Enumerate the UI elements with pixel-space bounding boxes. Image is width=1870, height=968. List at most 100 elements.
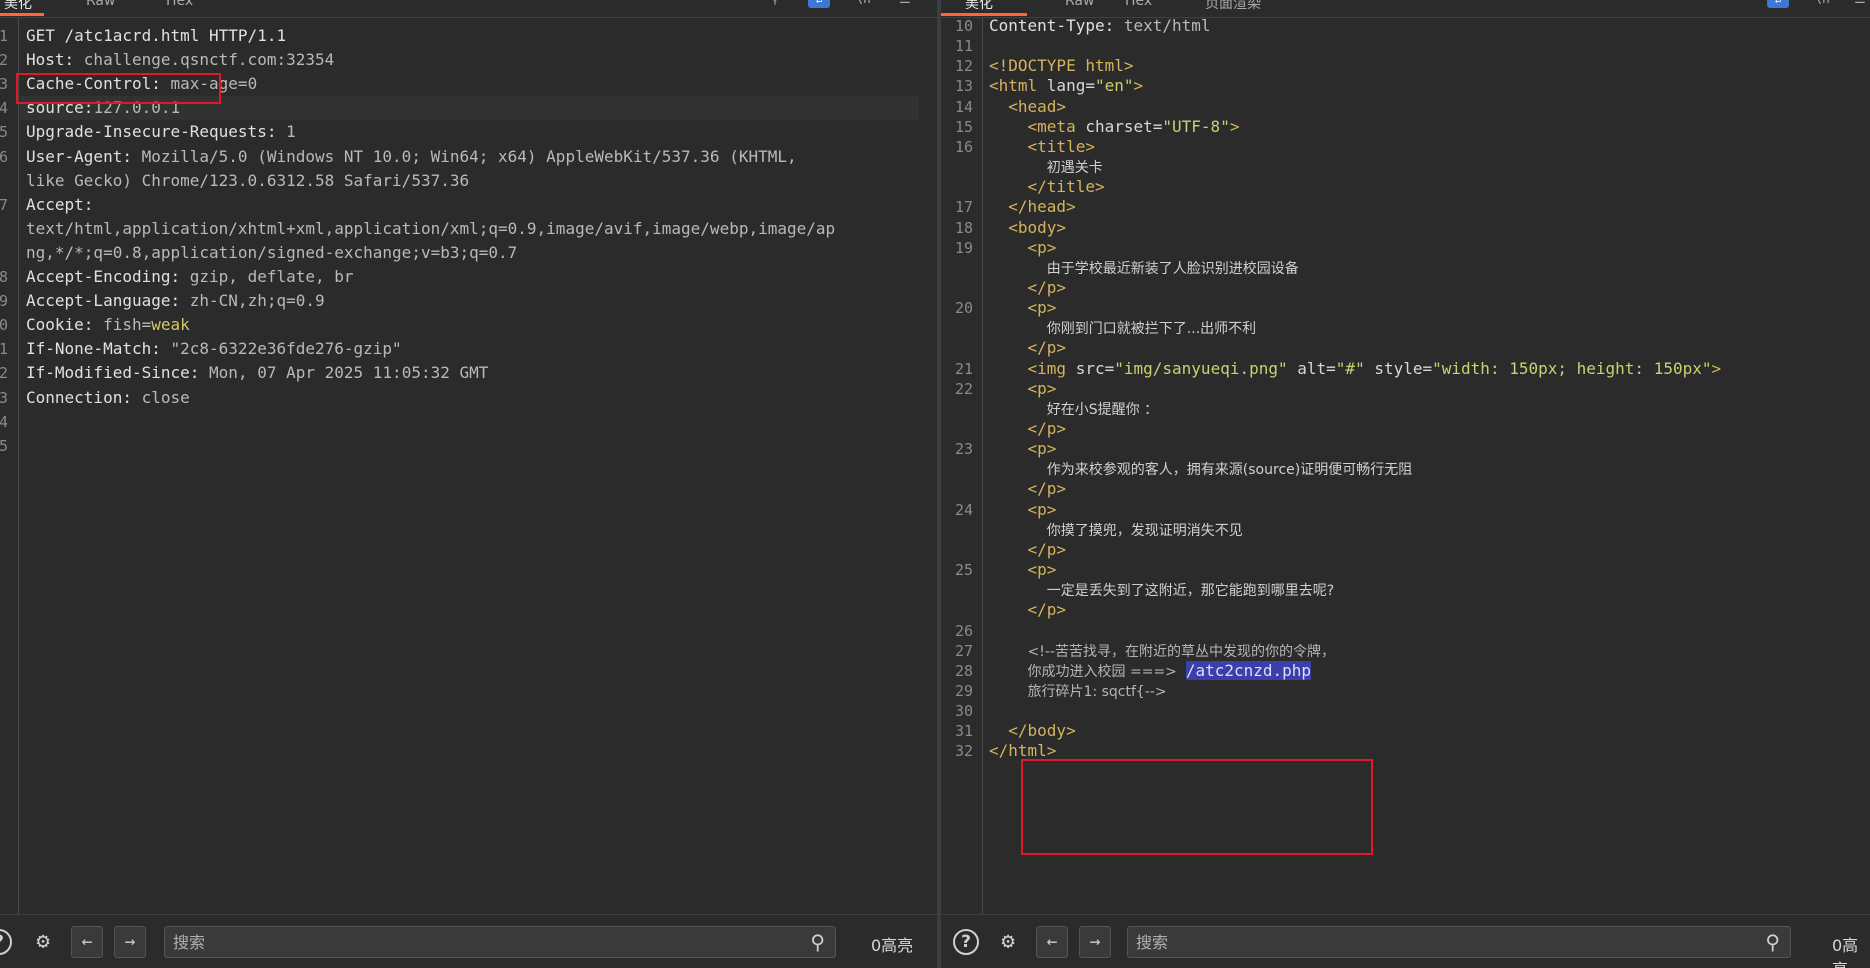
gear-icon[interactable]: ⚙ xyxy=(27,926,59,958)
gear-icon[interactable]: ⚙ xyxy=(992,926,1024,958)
request-line: 6 User-Agent: Mozilla/5.0 (Windows NT 10.… xyxy=(0,145,937,169)
response-line: </p> xyxy=(941,479,1870,499)
line-text: source:127.0.0.1 xyxy=(26,96,180,120)
tab-render[interactable]: 页面渲染 xyxy=(1205,0,1261,13)
line-number: 32 xyxy=(954,742,973,761)
response-line: 26 xyxy=(941,621,1870,641)
tab-hex[interactable]: Hex xyxy=(1125,0,1152,9)
attribute-value: "UTF-8" xyxy=(1162,116,1230,136)
response-line: 11 xyxy=(941,36,1870,56)
request-line: 1 If-None-Match: "2c8-6322e36fde276-gzip" xyxy=(0,337,937,361)
html-tag: </title> xyxy=(1027,177,1105,197)
request-line: 7 Accept: xyxy=(0,193,937,217)
magnifier-icon[interactable]: ⚲ xyxy=(1765,930,1780,954)
menu-icon[interactable]: ☰ xyxy=(1849,0,1870,10)
line-text: <!--苦苦找寻，在附近的草丛中发现的你的令牌， xyxy=(989,641,1335,662)
html-tag: <p> xyxy=(1027,298,1057,318)
line-number: 3 xyxy=(0,388,8,407)
search-input[interactable] xyxy=(1136,927,1666,957)
request-line: text/html,application/xhtml+xml,applicat… xyxy=(0,217,937,241)
line-number: 4 xyxy=(0,412,8,431)
request-line: 1 GET /atc1acrd.html HTTP/1.1 xyxy=(0,24,937,48)
line-text: </title> xyxy=(989,177,1105,197)
html-tag: </head> xyxy=(1008,197,1076,217)
request-line: 2 If-Modified-Since: Mon, 07 Apr 2025 11:… xyxy=(0,361,937,385)
line-text: <head> xyxy=(989,97,1066,117)
request-line: 3 Cache-Control: max-age=0 xyxy=(0,72,937,96)
tab-hex[interactable]: Hex xyxy=(166,0,193,9)
request-pane: 美化 Raw Hex ⚲ ↵ \n ☰ 1 GET /atc1acrd.html … xyxy=(0,0,937,968)
line-text: Content-Type: text/html xyxy=(989,16,1211,36)
html-tag: </p> xyxy=(1027,277,1067,297)
request-editor[interactable]: 1 GET /atc1acrd.html HTTP/1.1 2 Host: chall… xyxy=(0,18,937,914)
attribute-value: "img/sanyueqi.png" xyxy=(1114,358,1288,378)
tab-raw[interactable]: Raw xyxy=(1065,0,1094,9)
line-text: If-Modified-Since: Mon, 07 Apr 2025 11:0… xyxy=(26,361,488,385)
arrow-left-icon[interactable]: ← xyxy=(71,926,103,958)
newline-toggle-icon[interactable]: \n xyxy=(1811,0,1833,10)
html-attribute: src= xyxy=(1075,358,1115,378)
line-number: 31 xyxy=(954,722,973,741)
response-line: 25 <p> xyxy=(941,560,1870,580)
html-attribute: charset= xyxy=(1085,116,1163,136)
response-line: 作为来校参观的客人，拥有来源(source)证明便可畅行无阻 xyxy=(941,459,1870,479)
attribute-value: "en" xyxy=(1094,76,1134,96)
wrap-toggle-icon[interactable]: ↵ xyxy=(1767,0,1789,8)
help-circle-icon[interactable]: ? xyxy=(0,929,12,955)
line-text: </p> xyxy=(989,277,1067,298)
line-text: </p> xyxy=(989,479,1067,499)
attribute-value: "#" xyxy=(1335,358,1365,378)
line-number: 16 xyxy=(954,137,973,156)
tab-raw[interactable]: Raw xyxy=(86,0,115,9)
response-line: 10 Content-Type: text/html xyxy=(941,16,1870,36)
help-circle-icon[interactable]: ? xyxy=(953,929,979,955)
html-tag: <html xyxy=(989,76,1047,96)
line-text: Accept: xyxy=(26,193,93,217)
request-line: 9 Accept-Language: zh-CN,zh;q=0.9 xyxy=(0,289,937,313)
request-search-field[interactable]: ⚲ xyxy=(164,926,836,958)
response-pane: 美化 Raw Hex 页面渲染 ↵ \n ☰ 10 Content-Type: t… xyxy=(941,0,1870,968)
response-line: 28 你成功进入校园 ===> /atc2cnzd.php xyxy=(941,660,1870,681)
tab-pretty[interactable]: 美化 xyxy=(965,0,993,13)
line-number: 3 xyxy=(0,75,8,94)
search-toggle-icon[interactable]: ⚲ xyxy=(764,0,786,10)
arrow-right-icon[interactable]: → xyxy=(1079,926,1111,958)
line-number: 13 xyxy=(954,77,973,96)
line-text: text/html,application/xhtml+xml,applicat… xyxy=(26,217,835,241)
header-name: Host: xyxy=(26,50,84,70)
magnifier-icon[interactable]: ⚲ xyxy=(810,930,825,954)
response-line: </p> xyxy=(941,419,1870,439)
line-number: 5 xyxy=(0,123,8,142)
line-number: 12 xyxy=(954,57,973,76)
header-name: Accept-Encoding: xyxy=(26,267,190,286)
response-search-field[interactable]: ⚲ xyxy=(1127,926,1791,958)
tab-pretty[interactable]: 美化 xyxy=(4,0,32,13)
response-editor[interactable]: 10 Content-Type: text/html 11 12 <!DOCTYPE h… xyxy=(941,16,1870,914)
line-number: 2 xyxy=(0,364,8,383)
wrap-toggle-icon[interactable]: ↵ xyxy=(808,0,830,8)
search-input[interactable] xyxy=(173,927,709,957)
html-tag: <p> xyxy=(1027,378,1057,398)
arrow-left-icon[interactable]: ← xyxy=(1036,926,1068,958)
newline-toggle-icon[interactable]: \n xyxy=(852,0,874,10)
arrow-right-icon[interactable]: → xyxy=(114,926,146,958)
header-name: Upgrade-Insecure-Requests: xyxy=(26,122,287,142)
line-text: 你摸了摸兜，发现证明消失不见 xyxy=(989,520,1243,541)
menu-icon[interactable]: ☰ xyxy=(894,0,916,10)
header-name: Connection: xyxy=(26,387,142,407)
header-value: Mozilla/5.0 (Windows NT 10.0; Win64; x64… xyxy=(141,146,797,166)
line-number: 10 xyxy=(954,17,973,35)
line-text: <p> xyxy=(989,560,1057,580)
selected-text[interactable]: /atc2cnzd.php xyxy=(1185,660,1312,680)
line-text: </p> xyxy=(989,600,1067,620)
header-value: challenge.qsnctf.com:32354 xyxy=(83,50,335,70)
